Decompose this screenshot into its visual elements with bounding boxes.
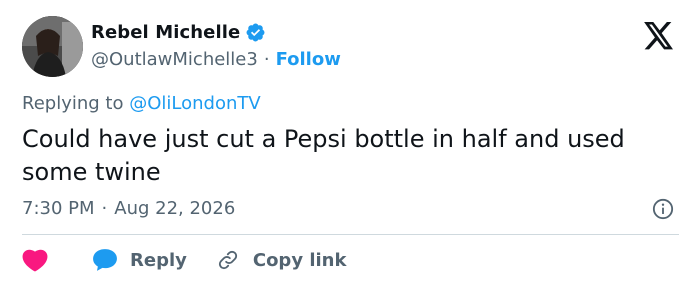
copy-link-button[interactable]: Copy link — [217, 249, 347, 271]
handle-row: @OutlawMichelle3 · Follow — [91, 49, 341, 70]
timestamp-separator: · — [101, 198, 108, 219]
reply-label: Reply — [130, 249, 187, 271]
follow-button[interactable]: Follow — [276, 49, 341, 70]
verified-badge-icon — [246, 23, 265, 42]
reply-button[interactable]: Reply — [92, 248, 187, 272]
timestamp[interactable]: 7:30 PM · Aug 22, 2026 — [22, 198, 235, 219]
tweet-text: Could have just cut a Pepsi bottle in ha… — [22, 125, 625, 186]
tweet-date: Aug 22, 2026 — [114, 198, 236, 219]
divider — [22, 234, 679, 235]
heart-icon — [22, 249, 48, 272]
replying-prefix: Replying to — [22, 93, 124, 114]
x-logo-icon[interactable] — [643, 22, 675, 50]
copy-link-label: Copy link — [252, 249, 347, 271]
separator-dot: · — [263, 49, 270, 70]
handle[interactable]: @OutlawMichelle3 — [91, 49, 258, 70]
like-button[interactable] — [22, 248, 48, 272]
link-icon — [218, 250, 237, 270]
reply-bubble-icon — [93, 249, 117, 271]
tweet-card: Rebel Michelle @OutlawMichelle3 · Follow… — [0, 0, 700, 287]
info-icon[interactable] — [652, 198, 674, 220]
display-name[interactable]: Rebel Michelle — [91, 22, 240, 43]
avatar[interactable] — [22, 16, 83, 77]
replying-to-mention[interactable]: @OliLondonTV — [129, 93, 260, 114]
tweet-time: 7:30 PM — [22, 198, 95, 219]
action-bar: Reply Copy link — [22, 247, 346, 273]
author-name-row: Rebel Michelle — [91, 22, 266, 43]
replying-to-line: Replying to @OliLondonTV — [22, 93, 261, 114]
